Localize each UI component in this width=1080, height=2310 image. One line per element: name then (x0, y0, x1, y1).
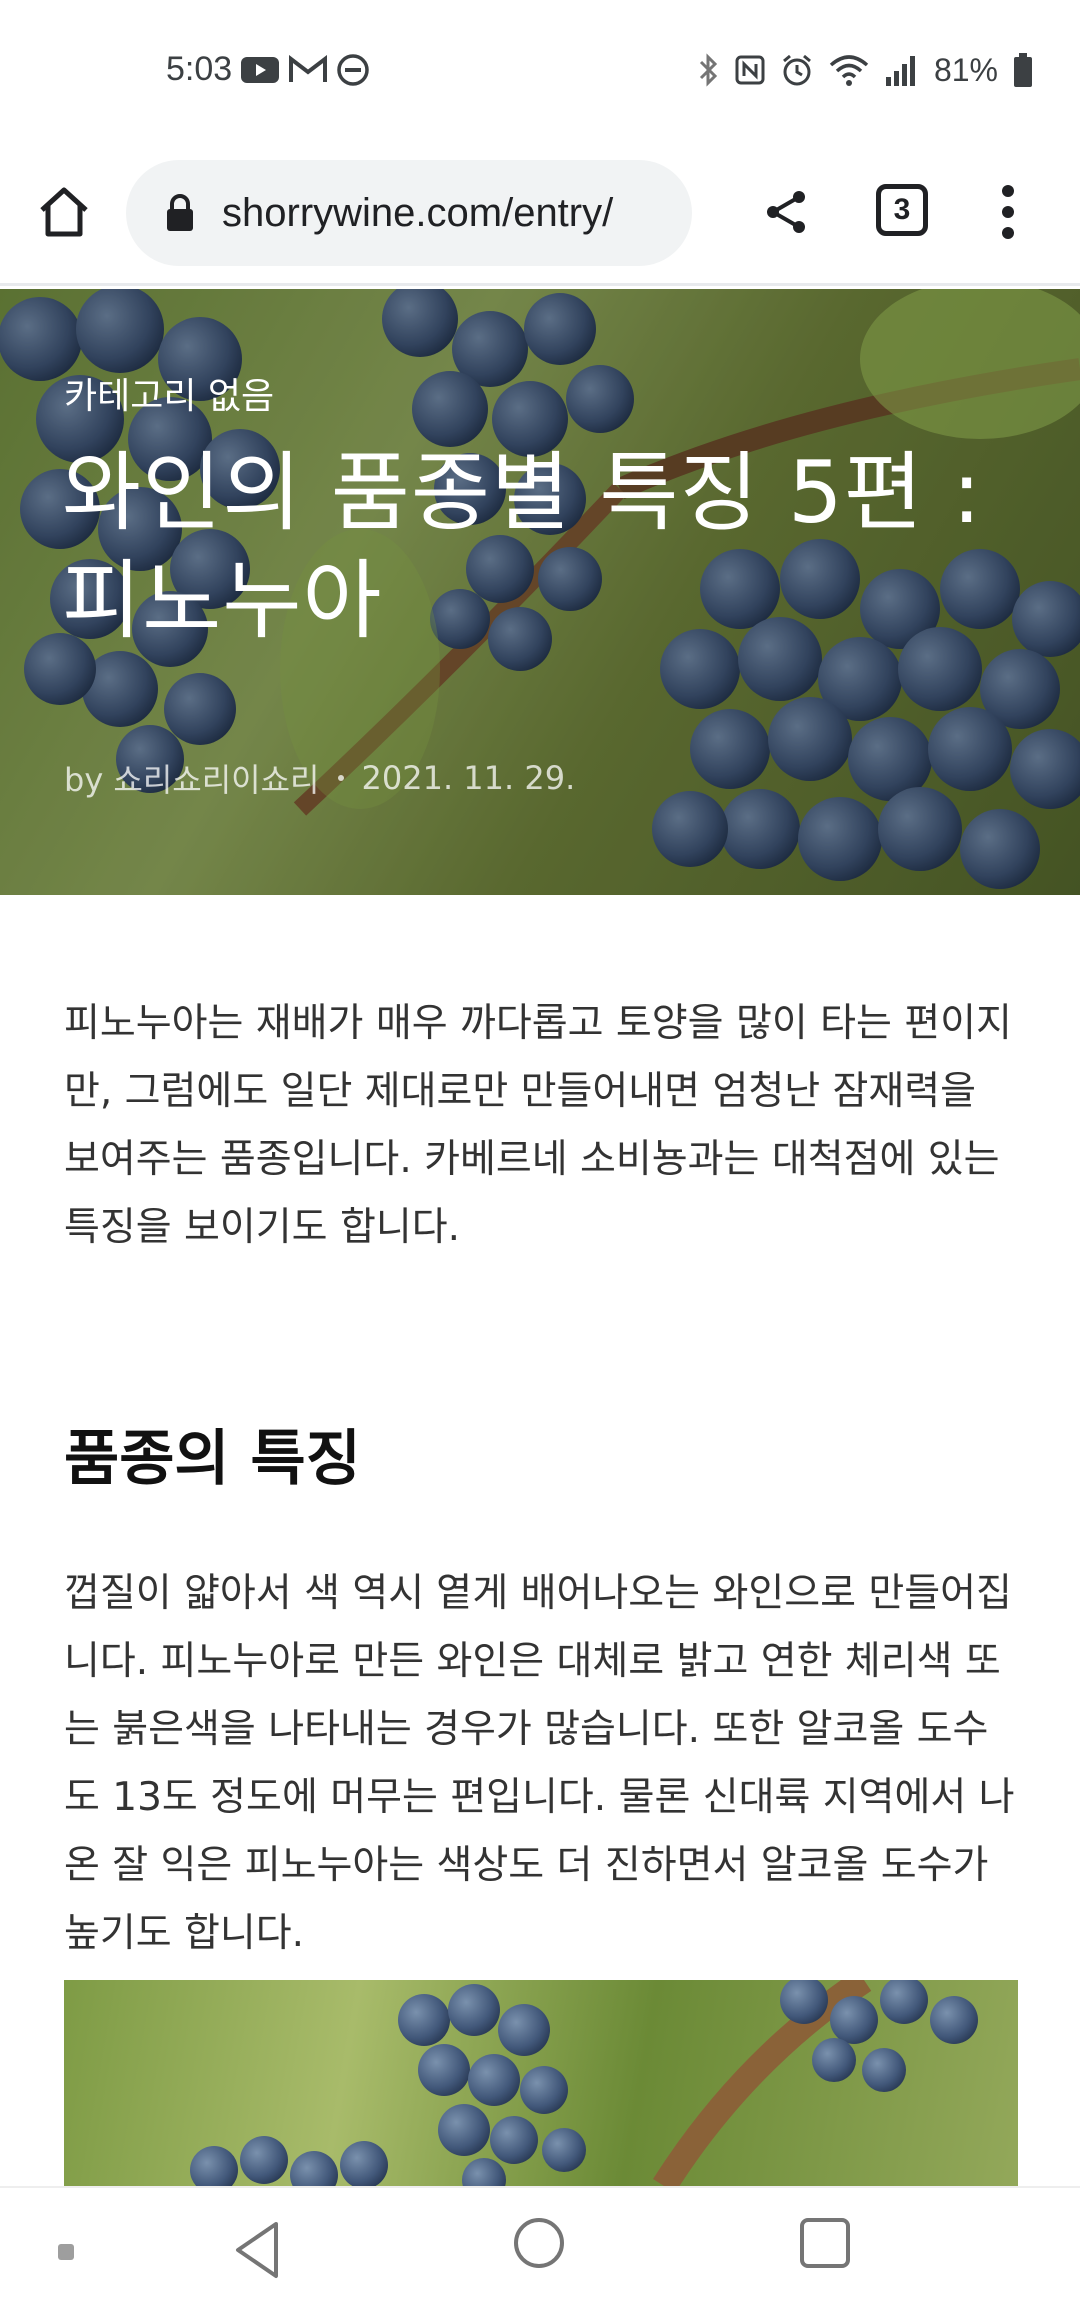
post-title: 와인의 품종별 특징 5편 : 피노누아 (62, 443, 983, 651)
status-time: 5:03 (166, 50, 233, 88)
address-bar[interactable]: shorrywine.com/entry/ (126, 160, 692, 266)
home-icon (40, 187, 88, 237)
system-icons: 81% (698, 50, 1034, 90)
grapes-photo (190, 1980, 978, 2186)
home-nav-button[interactable] (514, 2218, 564, 2268)
status-bar: 5:03 81% (0, 0, 1080, 140)
gmail-icon (289, 55, 327, 82)
post-author[interactable]: by 쇼리쇼리이쇼리 (64, 755, 320, 801)
share-button[interactable] (752, 178, 820, 246)
meta-separator (337, 775, 344, 781)
nfc-icon (735, 55, 765, 85)
battery-percent: 81% (933, 51, 998, 88)
notification-icons (240, 50, 370, 90)
dnd-icon (337, 54, 369, 86)
menu-dot-icon (1002, 185, 1014, 197)
article-image[interactable] (64, 1980, 1018, 2186)
post-category[interactable]: 카테고리 없음 (64, 367, 274, 419)
more-options-button[interactable] (990, 178, 1026, 246)
keyboard-indicator-icon (58, 2244, 74, 2260)
home-button[interactable] (30, 178, 98, 246)
bluetooth-icon (699, 53, 718, 87)
system-navigation-bar (0, 2186, 1080, 2310)
recent-apps-button[interactable] (800, 2218, 850, 2268)
tab-switcher-button[interactable]: 3 (876, 184, 928, 236)
alarm-icon (782, 54, 811, 86)
post-meta: by 쇼리쇼리이쇼리 2021. 11. 29. (64, 755, 575, 801)
url-text[interactable]: shorrywine.com/entry/ (222, 191, 682, 236)
lock-icon (162, 193, 198, 233)
post-date: 2021. 11. 29. (361, 759, 576, 797)
youtube-icon (241, 57, 279, 83)
share-icon (767, 191, 805, 233)
intro-paragraph: 피노누아는 재배가 매우 까다롭고 토양을 많이 타는 편이지만, 그럼에도 일… (64, 1001, 1012, 1250)
section-paragraph: 껍질이 얇아서 색 역시 옅게 배어나오는 와인으로 만들어집니다. 피노누아로… (64, 1571, 1015, 1956)
battery-icon (1014, 53, 1032, 87)
section-heading: 품종의 특징 (64, 1424, 361, 1494)
hero-banner: 카테고리 없음 와인의 품종별 특징 5편 : 피노누아 by 쇼리쇼리이쇼리 … (0, 289, 1080, 895)
menu-dot-icon (1002, 206, 1014, 218)
signal-icon (885, 56, 915, 86)
menu-dot-icon (1002, 227, 1014, 239)
back-button[interactable] (228, 2218, 288, 2282)
wifi-icon (829, 55, 869, 86)
browser-toolbar: shorrywine.com/entry/ 3 (0, 140, 1080, 286)
